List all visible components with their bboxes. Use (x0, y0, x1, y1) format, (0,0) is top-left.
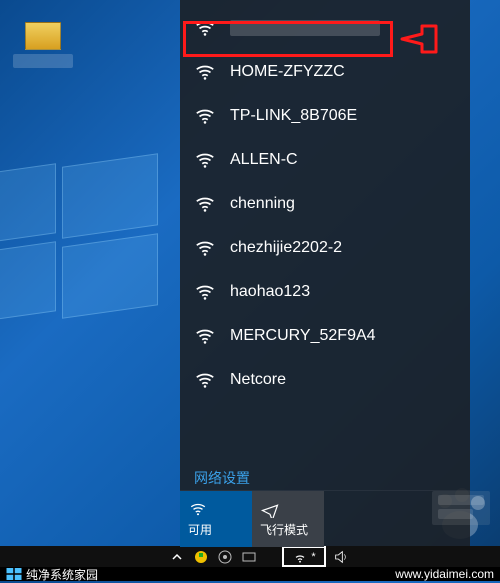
wifi-icon (194, 237, 216, 259)
airplane-toggle-label: 飞行模式 (260, 521, 308, 538)
airplane-toggle[interactable]: 飞行模式 (252, 491, 324, 547)
wifi-name: chezhijie2202-2 (230, 239, 342, 257)
watermark-url: www.yidaimei.com (395, 567, 494, 581)
airplane-icon (260, 500, 280, 518)
network-settings-link[interactable]: 网络设置 (180, 460, 470, 490)
tray-disc-icon[interactable] (216, 548, 234, 566)
wifi-name-redacted (230, 20, 380, 36)
wifi-item[interactable]: ALLEN-C (180, 138, 470, 182)
tray-overflow-button[interactable] (168, 548, 186, 566)
folder-icon (25, 22, 61, 50)
wifi-icon (194, 105, 216, 127)
wifi-name: haohao123 (230, 283, 310, 301)
wifi-icon (194, 17, 216, 39)
wifi-name: TP-LINK_8B706E (230, 107, 357, 125)
watermark-bar: 纯净系统家园 www.yidaimei.com (0, 567, 500, 581)
wifi-item[interactable]: Netcore (180, 358, 470, 402)
wifi-item[interactable]: MERCURY_52F9A4 (180, 314, 470, 358)
wifi-item[interactable]: chenning (180, 182, 470, 226)
wifi-name: HOME-ZFYZZC (230, 63, 345, 81)
wifi-name: MERCURY_52F9A4 (230, 327, 376, 345)
wifi-name: Netcore (230, 371, 286, 389)
wifi-icon (194, 61, 216, 83)
watermark-brand: 纯净系统家园 (26, 566, 98, 583)
wifi-list: HOME-ZFYZZC TP-LINK_8B706E ALLEN-C chenn… (180, 0, 470, 460)
quick-toggles: 可用 飞行模式 (180, 490, 470, 546)
wifi-item[interactable]: TP-LINK_8B706E (180, 94, 470, 138)
annotation-arrow-icon (398, 22, 438, 56)
network-flyout: HOME-ZFYZZC TP-LINK_8B706E ALLEN-C chenn… (180, 0, 470, 546)
wifi-icon (194, 369, 216, 391)
tray-app2-icon[interactable] (240, 548, 258, 566)
wifi-icon (188, 500, 208, 518)
wifi-item[interactable]: HOME-ZFYZZC (180, 50, 470, 94)
tray-volume-button[interactable] (332, 548, 350, 566)
wifi-icon (194, 193, 216, 215)
wifi-toggle[interactable]: 可用 (180, 491, 252, 547)
wifi-name: ALLEN-C (230, 151, 298, 169)
tray-network-button[interactable]: * (282, 546, 326, 567)
brand-logo-icon (6, 568, 22, 580)
wifi-icon (194, 149, 216, 171)
wifi-icon (194, 281, 216, 303)
user-account-tile[interactable] (432, 491, 490, 525)
wifi-icon (292, 549, 308, 565)
wifi-asterisk: * (311, 551, 315, 563)
wifi-item[interactable]: haohao123 (180, 270, 470, 314)
tray-app-icon[interactable] (192, 548, 210, 566)
wifi-name: chenning (230, 195, 295, 213)
system-tray: * (164, 546, 354, 567)
wifi-icon (194, 325, 216, 347)
desktop-shortcut-label (13, 54, 73, 68)
wifi-item[interactable]: chezhijie2202-2 (180, 226, 470, 270)
wifi-toggle-label: 可用 (188, 521, 212, 538)
desktop-shortcut[interactable] (18, 22, 68, 68)
